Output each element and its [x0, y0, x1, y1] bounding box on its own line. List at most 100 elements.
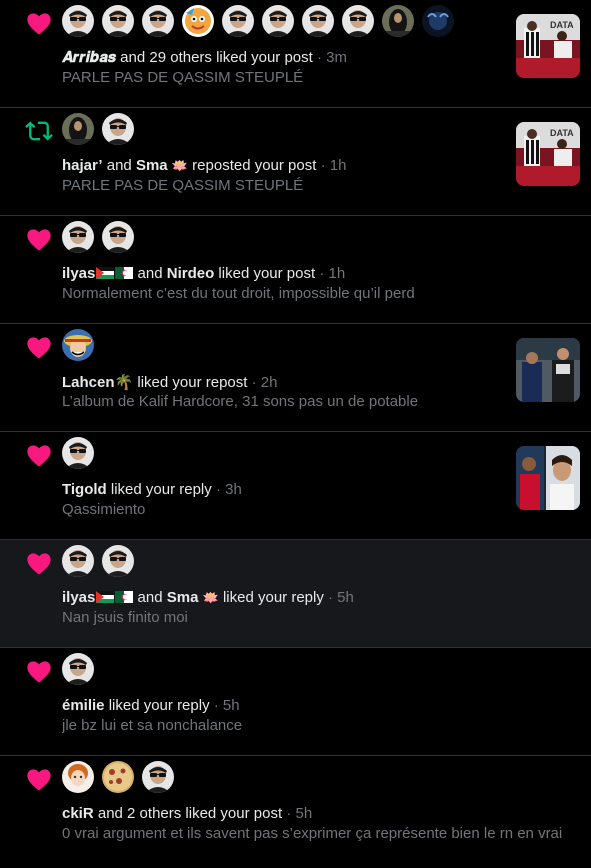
heart-icon	[25, 441, 53, 469]
avatar[interactable]	[62, 545, 94, 577]
avatar[interactable]	[222, 5, 254, 37]
avatar[interactable]	[102, 545, 134, 577]
post-preview-text: PARLE PAS DE QASSIM STEUPLÉ	[62, 69, 304, 86]
notification-text: hajar’ and Sma 🪷 reposted your post · 1h	[62, 157, 346, 174]
notification-item[interactable]: 𝑨𝒓𝒓𝒊𝒃𝒂𝒔 and 29 others liked your post · …	[0, 0, 591, 108]
notification-text: ilyas and Nirdeo liked your post · 1h	[62, 265, 345, 282]
avatar[interactable]	[142, 761, 174, 793]
user-name[interactable]: émilie	[62, 697, 105, 714]
repost-icon	[25, 117, 53, 145]
avatar[interactable]	[342, 5, 374, 37]
algeria-flag-icon	[115, 267, 134, 279]
timestamp: · 1h	[319, 265, 346, 282]
timestamp: · 3h	[215, 481, 242, 498]
post-thumbnail[interactable]	[516, 446, 580, 510]
conjunction: and	[102, 157, 136, 174]
user-name[interactable]: ckiR	[62, 805, 94, 822]
avatar[interactable]	[62, 329, 94, 361]
user-name[interactable]: Sma	[136, 157, 168, 174]
heart-icon	[25, 9, 53, 37]
user-name[interactable]: ilyas	[62, 265, 95, 282]
avatar-list	[62, 437, 94, 469]
post-preview-text: Nan jsuis finito moi	[62, 609, 188, 626]
avatar[interactable]	[102, 113, 134, 145]
post-thumbnail[interactable]: DATA	[516, 122, 580, 186]
algeria-flag-icon	[115, 591, 134, 603]
svg-text:DATA: DATA	[550, 20, 574, 30]
post-preview-text: PARLE PAS DE QASSIM STEUPLÉ	[62, 177, 304, 194]
notification-text: Tigold liked your reply · 3h	[62, 481, 242, 498]
heart-icon	[25, 657, 53, 685]
notification-item[interactable]: ilyas and Sma 🪷 liked your reply · 5h Nan…	[0, 540, 591, 648]
avatar-list	[62, 329, 94, 361]
post-preview-text: L’album de Kalif Hardcore, 31 sons pas u…	[62, 393, 419, 410]
notification-item[interactable]: ilyas and Nirdeo liked your post · 1h Nor…	[0, 216, 591, 324]
notification-text: 𝑨𝒓𝒓𝒊𝒃𝒂𝒔 and 29 others liked your post · …	[62, 49, 347, 66]
conjunction: and	[133, 265, 167, 282]
notification-item[interactable]: émilie liked your reply · 5h jle bz lui e…	[0, 648, 591, 756]
avatar[interactable]	[262, 5, 294, 37]
timestamp: · 5h	[213, 697, 240, 714]
user-name[interactable]: Lahcen	[62, 374, 115, 391]
user-name[interactable]: Nirdeo	[167, 265, 215, 282]
post-thumbnail[interactable]: DATA	[516, 14, 580, 78]
action-text: and 29 others liked your post	[116, 49, 313, 66]
avatar[interactable]	[102, 221, 134, 253]
avatar[interactable]	[62, 761, 94, 793]
post-preview-text: jle bz lui et sa nonchalance	[62, 717, 243, 734]
avatar[interactable]	[182, 5, 214, 37]
notification-text: Lahcen🌴 liked your repost · 2h	[62, 373, 277, 391]
avatar[interactable]	[382, 5, 414, 37]
avatar[interactable]	[62, 5, 94, 37]
action-text: liked your reply	[106, 481, 212, 498]
avatar[interactable]	[62, 437, 94, 469]
notification-item[interactable]: hajar’ and Sma 🪷 reposted your post · 1h…	[0, 108, 591, 216]
post-preview-text: 0 vrai argument et ils savent pas s’expr…	[62, 825, 563, 842]
avatar[interactable]	[62, 653, 94, 685]
post-thumbnail[interactable]	[516, 338, 580, 402]
heart-icon	[25, 333, 53, 361]
conjunction: and	[133, 589, 167, 606]
heart-icon	[25, 549, 53, 577]
action-text: liked your post	[214, 265, 316, 282]
notification-text: ckiR and 2 others liked your post · 5h	[62, 805, 312, 822]
avatar-list	[62, 545, 134, 577]
avatar[interactable]	[62, 113, 94, 145]
user-name[interactable]: 𝑨𝒓𝒓𝒊𝒃𝒂𝒔	[62, 49, 116, 66]
avatar[interactable]	[422, 5, 454, 37]
timestamp: · 5h	[286, 805, 313, 822]
avatar[interactable]	[102, 761, 134, 793]
action-text: reposted your post	[188, 157, 317, 174]
notification-text: émilie liked your reply · 5h	[62, 697, 240, 714]
avatar-list	[62, 5, 454, 37]
timestamp: · 5h	[328, 589, 354, 606]
post-preview-text: Normalement c’est du tout droit, impossi…	[62, 285, 415, 302]
lotus-emoji: 🪷	[171, 158, 188, 173]
avatar[interactable]	[142, 5, 174, 37]
avatar[interactable]	[102, 5, 134, 37]
avatar-list	[62, 653, 94, 685]
avatar-list	[62, 221, 134, 253]
avatar-list	[62, 113, 134, 145]
timestamp: · 1h	[320, 157, 347, 174]
avatar[interactable]	[302, 5, 334, 37]
action-text: liked your reply	[218, 589, 324, 606]
heart-icon	[25, 225, 53, 253]
user-name[interactable]: Sma	[167, 589, 199, 606]
user-name-emoji: 🌴	[114, 374, 134, 391]
user-name[interactable]: ilyas	[62, 589, 95, 606]
lotus-emoji: 🪷	[202, 590, 219, 605]
action-text: and 2 others liked your post	[93, 805, 283, 822]
avatar-list	[62, 761, 174, 793]
palestine-flag-icon	[96, 267, 115, 279]
notification-item[interactable]: Tigold liked your reply · 3h Qassimiento	[0, 432, 591, 540]
user-name[interactable]: hajar’	[62, 157, 103, 174]
user-name[interactable]: Tigold	[62, 481, 107, 498]
notification-item[interactable]: Lahcen🌴 liked your repost · 2h L’album de…	[0, 324, 591, 432]
action-text: liked your repost	[133, 374, 248, 391]
notification-item[interactable]: ckiR and 2 others liked your post · 5h 0 …	[0, 756, 591, 868]
notifications-feed: 𝑨𝒓𝒓𝒊𝒃𝒂𝒔 and 29 others liked your post · …	[0, 0, 591, 868]
avatar[interactable]	[62, 221, 94, 253]
action-text: liked your reply	[104, 697, 210, 714]
palestine-flag-icon	[96, 591, 115, 603]
